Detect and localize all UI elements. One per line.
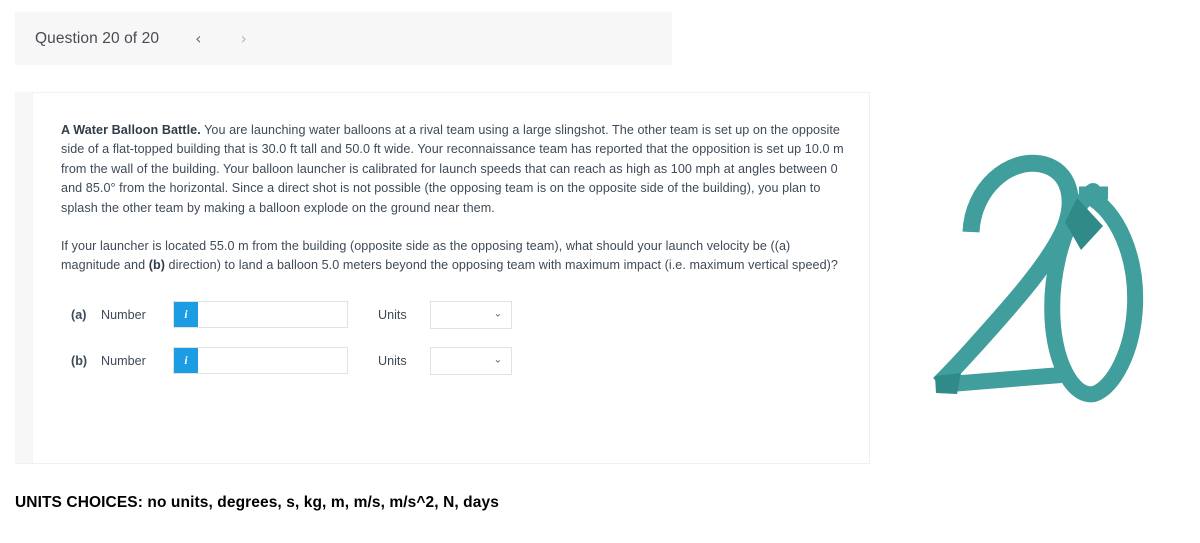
units-select-b[interactable]: ⌄ [430,346,512,375]
answer-number-input-b[interactable] [198,348,347,374]
chevron-right-icon[interactable]: › [234,27,252,51]
question-nav-header: Question 20 of 20 ‹ › [15,12,672,65]
question-counter: Question 20 of 20 [35,29,160,47]
answer-number-label-a: Number [101,307,146,322]
units-label-b: Units [378,353,407,368]
chevron-left-icon[interactable]: ‹ [189,27,207,51]
question-card: A Water Balloon Battle. You are launchin… [15,92,870,464]
question-prompt-paragraph-2: If your launcher is located 55.0 m from … [61,237,847,276]
number-input-group-a: i [173,301,348,329]
answer-part-label-b: (b) [71,353,88,368]
answer-number-input-a[interactable] [198,302,347,328]
info-icon[interactable]: i [174,302,198,328]
number-input-group-b: i [173,347,348,375]
answer-fields-group: (a) Number i Units ⌄ (b) Number i Units … [61,300,847,376]
units-label-a: Units [378,307,407,322]
info-icon[interactable]: i [174,348,198,374]
question-task-part-b-label: (b) [148,258,165,273]
card-left-gutter [15,92,32,463]
chevron-down-icon: ⌄ [493,308,502,320]
answer-part-label-a: (a) [71,307,87,322]
question-task-part-2: direction) to land a balloon 5.0 meters … [165,258,838,273]
units-select-a[interactable]: ⌄ [430,300,512,329]
question-prompt-paragraph-1: A Water Balloon Battle. You are launchin… [61,121,847,218]
answer-number-label-b: Number [101,353,146,368]
answer-row: (b) Number i Units ⌄ [71,346,847,376]
answer-row: (a) Number i Units ⌄ [71,300,847,330]
chevron-down-icon: ⌄ [493,354,502,366]
question-title: A Water Balloon Battle. [61,123,201,137]
handwritten-twenty-watermark [905,140,1185,410]
question-card-body: A Water Balloon Battle. You are launchin… [32,92,870,463]
units-choices-note: UNITS CHOICES: no units, degrees, s, kg,… [15,494,499,511]
